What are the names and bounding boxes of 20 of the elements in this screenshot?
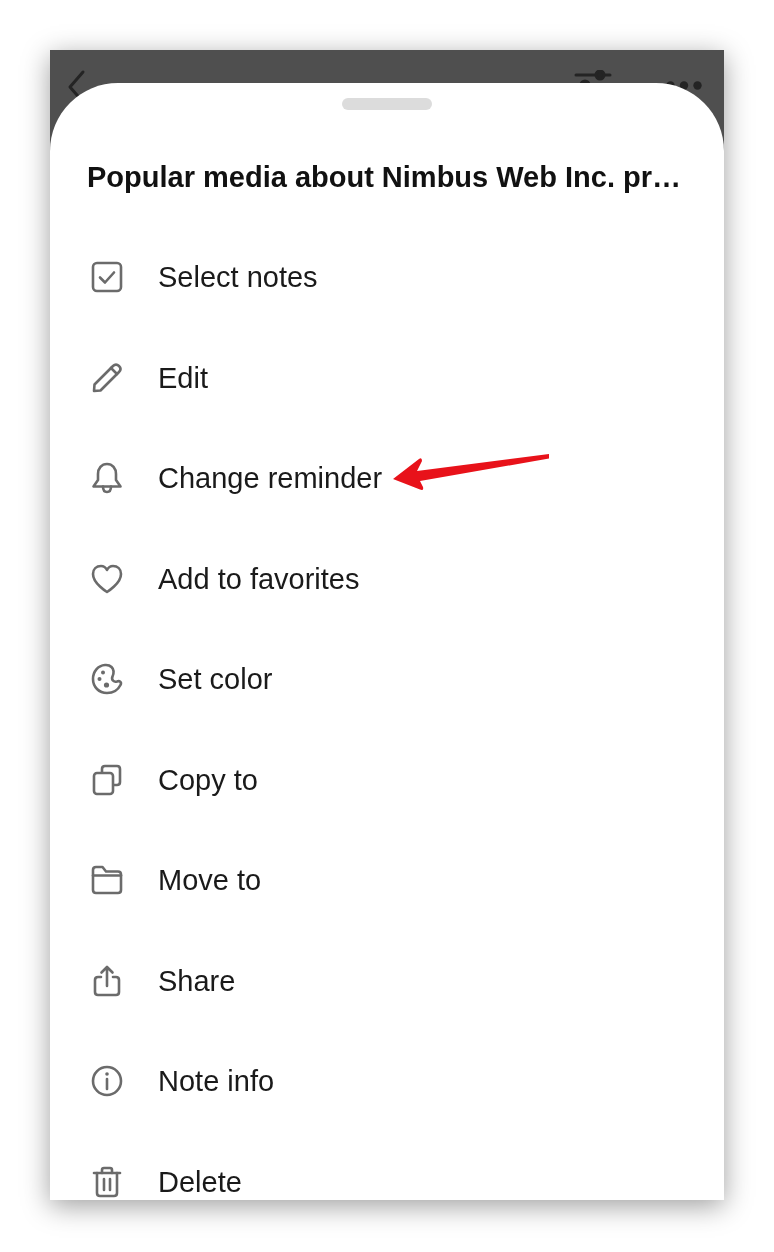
sliders-icon[interactable]: [574, 70, 612, 83]
note-title: Popular media about Nimbus Web Inc. pr…: [86, 161, 683, 193]
menu-item[interactable]: Note info: [90, 1063, 275, 1100]
drag-handle[interactable]: [342, 98, 432, 110]
menu-item[interactable]: Move to: [90, 862, 262, 899]
menu-item[interactable]: Copy to: [90, 761, 258, 798]
menu-item[interactable]: Select notes: [90, 259, 318, 296]
trash-icon: [90, 1164, 124, 1199]
checkbox-icon: [90, 260, 124, 295]
menu-item[interactable]: Delete: [90, 1163, 242, 1200]
palette-icon: [90, 662, 124, 697]
menu-item[interactable]: Change reminder: [90, 460, 383, 497]
copy-icon: [90, 762, 124, 797]
menu-item[interactable]: Set color: [90, 661, 273, 698]
info-icon: [90, 1064, 124, 1099]
pencil-icon: [90, 360, 124, 395]
menu-item[interactable]: Share: [90, 962, 236, 999]
menu-item[interactable]: Add to favorites: [90, 560, 360, 597]
menu-item[interactable]: Edit: [90, 359, 208, 396]
bell-icon: [90, 461, 124, 496]
